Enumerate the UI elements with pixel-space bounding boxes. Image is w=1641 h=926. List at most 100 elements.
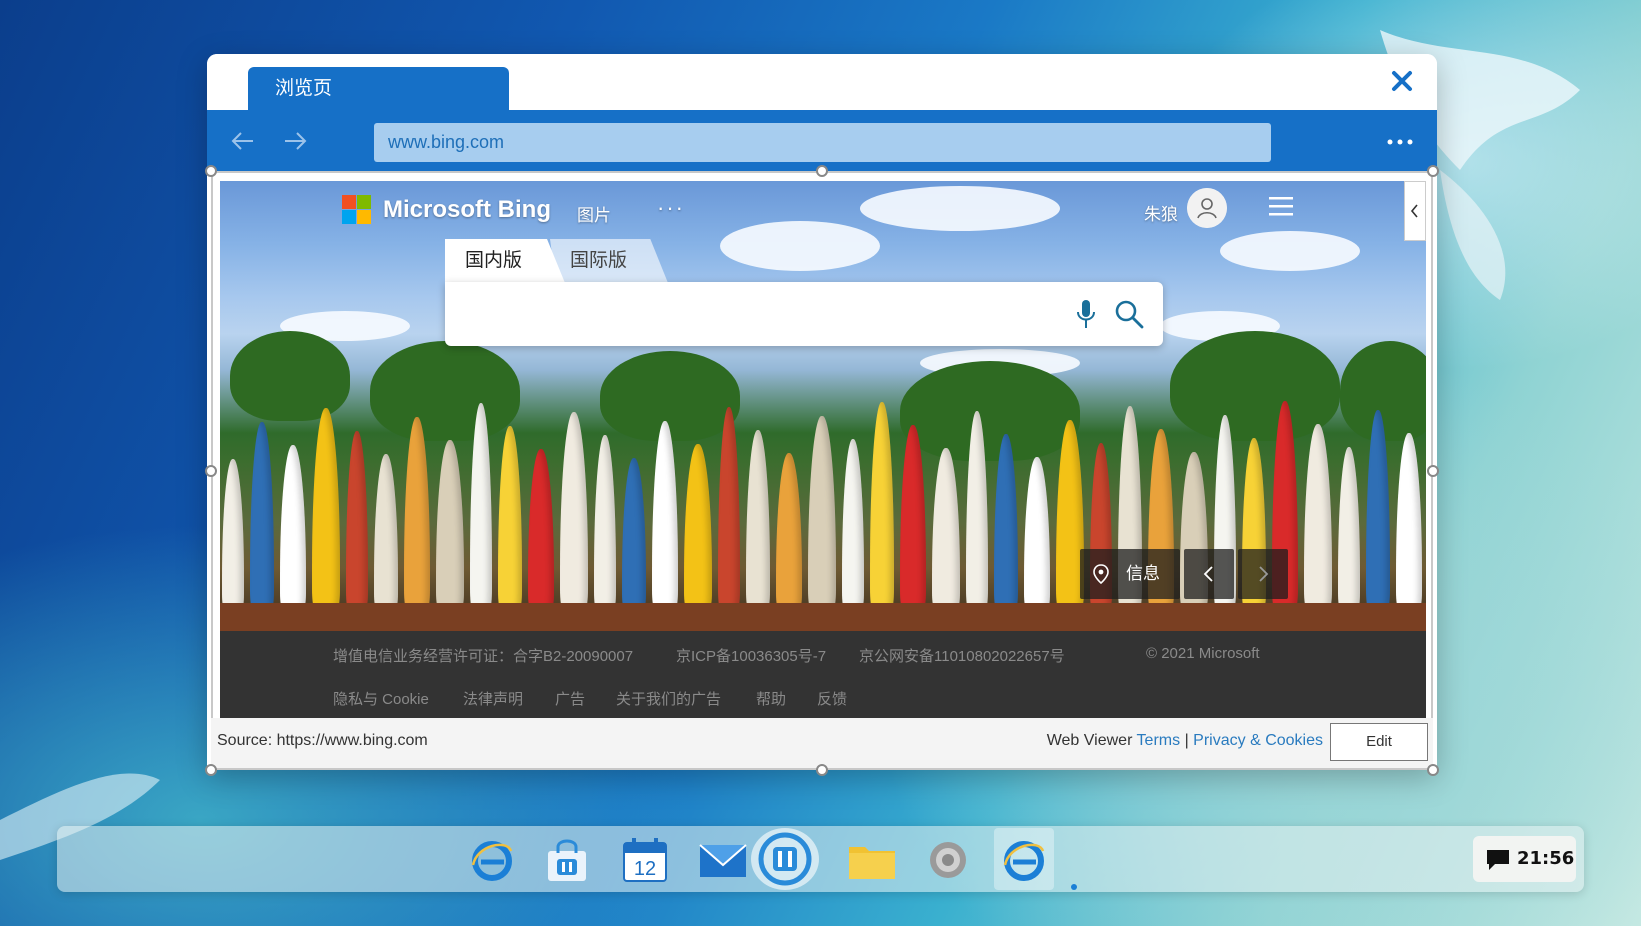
resize-handle-left[interactable] <box>205 465 217 477</box>
search-icon[interactable] <box>1113 298 1145 330</box>
web-viewer-label: Web Viewer <box>1046 732 1133 749</box>
web-viewer-bar: Source: https://www.bing.com Web Viewer … <box>211 718 1433 768</box>
notification-icon[interactable] <box>1485 848 1511 872</box>
surfboard <box>436 440 464 609</box>
browser-icon[interactable] <box>467 835 517 885</box>
background-cloud <box>720 221 880 271</box>
arrow-left-icon[interactable] <box>227 125 259 157</box>
terms-link[interactable]: Terms <box>1137 732 1181 749</box>
taskbar: 12 21:56 <box>57 826 1584 892</box>
bing-homepage: Microsoft Bing 图片 ··· 朱狼 国内版 国际版 信息 <box>220 181 1426 631</box>
surfboard <box>222 459 244 609</box>
system-tray[interactable]: 21:56 <box>1473 836 1576 882</box>
surfboard <box>346 431 368 609</box>
footer-link-about-ads[interactable]: 关于我们的广告 <box>616 688 721 709</box>
footer-link-privacy[interactable]: 隐私与 Cookie <box>333 688 429 709</box>
chevron-right-icon <box>1259 566 1269 582</box>
active-indicator-dot <box>1071 884 1077 890</box>
footer-public-security[interactable]: 京公网安备11010802022657号 <box>859 645 1065 666</box>
surfboard <box>404 417 430 609</box>
bing-footer: 增值电信业务经营许可证：合字B2-20090007 京ICP备10036305号… <box>220 631 1426 720</box>
surfboard <box>250 422 274 609</box>
footer-icp[interactable]: 京ICP备10036305号-7 <box>676 645 826 666</box>
microsoft-logo-icon <box>342 195 371 224</box>
arrow-right-icon[interactable] <box>279 125 311 157</box>
tab-international[interactable]: 国际版 <box>550 239 668 283</box>
logo-text: Microsoft Bing <box>383 195 551 223</box>
clock-time: 21:56 <box>1517 848 1575 869</box>
tab-browse-page[interactable]: 浏览页 <box>248 67 509 110</box>
surfboard <box>1338 447 1360 609</box>
privacy-link[interactable]: Privacy & Cookies <box>1193 732 1323 749</box>
tab-domestic[interactable]: 国内版 <box>445 239 565 283</box>
browser-toolbar: www.bing.com <box>207 110 1437 171</box>
tab-label: 浏览页 <box>275 78 333 99</box>
background-cloud <box>1220 231 1360 271</box>
surfboard <box>1396 433 1422 609</box>
resize-handle-bottom-left[interactable] <box>205 764 217 776</box>
calendar-day: 12 <box>634 858 656 880</box>
microphone-icon[interactable] <box>1074 298 1098 330</box>
hub-icon[interactable] <box>751 828 819 890</box>
bing-logo[interactable]: Microsoft Bing <box>342 195 551 224</box>
surfboard <box>1366 410 1390 609</box>
surfboard <box>374 454 398 609</box>
nav-images-link[interactable]: 图片 <box>577 201 611 226</box>
side-panel-toggle[interactable] <box>1404 181 1426 241</box>
image-info-button[interactable]: 信息 <box>1080 549 1180 599</box>
footer-link-legal[interactable]: 法律声明 <box>463 688 523 709</box>
surfboard <box>528 449 554 609</box>
footer-link-help[interactable]: 帮助 <box>756 688 786 709</box>
resize-handle-bottom-right[interactable] <box>1427 764 1439 776</box>
avatar[interactable] <box>1187 188 1227 228</box>
resize-handle-top-right[interactable] <box>1427 165 1439 177</box>
surfboard <box>932 448 960 609</box>
resize-handle-right[interactable] <box>1427 465 1439 477</box>
link-separator: | <box>1184 732 1189 749</box>
tab-bar: 浏览页 <box>207 54 1437 110</box>
surfboard <box>498 426 522 609</box>
resize-handle-top[interactable] <box>816 165 828 177</box>
previous-image-button[interactable] <box>1184 549 1234 599</box>
folder-icon[interactable] <box>847 835 897 885</box>
settings-icon[interactable] <box>923 835 973 885</box>
location-pin-icon <box>1093 564 1109 584</box>
surfboard <box>842 439 864 609</box>
close-icon[interactable] <box>1389 68 1415 94</box>
surfboard <box>994 434 1018 609</box>
browser-active-icon[interactable] <box>999 835 1049 885</box>
surfboard <box>470 403 492 609</box>
edit-button[interactable]: Edit <box>1330 723 1428 761</box>
store-icon[interactable] <box>542 835 592 885</box>
surfboard <box>594 435 616 609</box>
resize-handle-top-left[interactable] <box>205 165 217 177</box>
wooden-fence <box>220 603 1426 631</box>
source-url: Source: https://www.bing.com <box>217 732 428 749</box>
footer-license: 增值电信业务经营许可证：合字B2-20090007 <box>333 648 634 665</box>
surfboard <box>776 453 802 609</box>
background-cloud <box>860 186 1060 231</box>
footer-link-ads[interactable]: 广告 <box>555 688 585 709</box>
viewer-links: Web Viewer Terms | Privacy & Cookies <box>1047 732 1323 750</box>
address-bar[interactable]: www.bing.com <box>374 123 1271 162</box>
user-name[interactable]: 朱狼 <box>1144 200 1178 225</box>
nav-more-link[interactable]: ··· <box>657 195 685 221</box>
search-input[interactable] <box>445 282 1163 346</box>
surfboard <box>280 445 306 609</box>
menu-icon[interactable] <box>1268 195 1294 217</box>
surfboard <box>870 402 894 609</box>
more-horizontal-icon[interactable] <box>1385 132 1415 152</box>
surfboard <box>684 444 712 609</box>
mail-icon[interactable] <box>698 835 748 885</box>
surfboard <box>900 425 926 609</box>
browser-window: 浏览页 www.bing.com Microsoft Bing 图片 ··· 朱… <box>205 54 1439 776</box>
surfboard <box>966 411 988 609</box>
chevron-left-icon <box>1203 566 1213 582</box>
info-label: 信息 <box>1126 564 1160 583</box>
calendar-icon[interactable]: 12 <box>620 835 670 885</box>
surfboard <box>312 408 340 609</box>
footer-link-feedback[interactable]: 反馈 <box>817 688 847 709</box>
next-image-button[interactable] <box>1238 549 1288 599</box>
surfboard <box>1304 424 1332 609</box>
resize-handle-bottom[interactable] <box>816 764 828 776</box>
